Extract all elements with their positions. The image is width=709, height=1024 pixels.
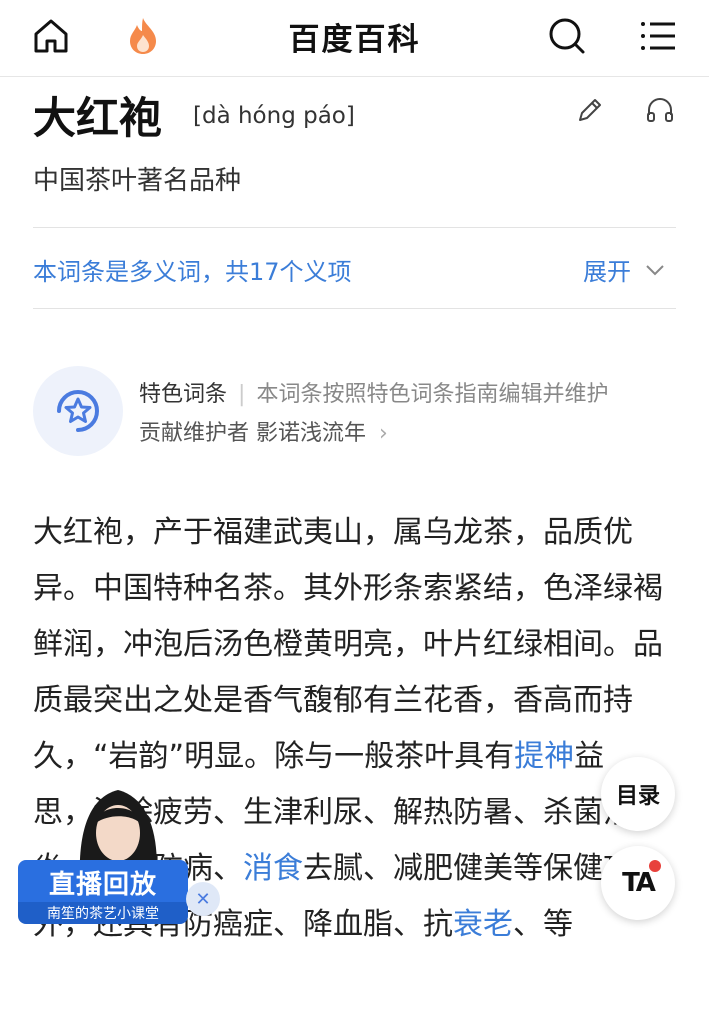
headphones-icon[interactable] (636, 86, 684, 134)
toc-button[interactable]: 目录 (601, 757, 675, 831)
ta-label: TA (622, 868, 656, 898)
chevron-down-icon (646, 264, 664, 275)
brand-title: 百度百科 (288, 22, 421, 58)
expand-label: 展开 (583, 258, 631, 286)
ta-button[interactable]: TA (601, 846, 675, 920)
summary-text: 大红袍，产于福建武夷山，属乌龙茶，品质优异。中国特种名茶。其外形条索紧结，色泽绿… (33, 515, 663, 774)
summary-text: 除与一般茶叶具有 (274, 739, 515, 774)
entry-pinyin: [dà hóng páo] (193, 103, 355, 129)
featured-label: 特色词条 (139, 382, 228, 407)
search-icon[interactable] (543, 12, 591, 60)
featured-note: 本词条按照特色词条指南编辑并维护 (256, 382, 609, 407)
live-subtitle: 南笙的茶艺小课堂 (18, 902, 188, 924)
featured-entry-badge-icon (33, 366, 123, 456)
summary-text: 、等 (513, 907, 573, 942)
edit-pencil-icon[interactable] (566, 86, 614, 134)
link-xiaoshi[interactable]: 消食 (243, 851, 303, 886)
entry-title: 大红袍 (33, 94, 162, 144)
chevron-right-icon: › (379, 421, 388, 446)
link-shuailao[interactable]: 衰老 (453, 907, 513, 942)
notification-dot (649, 860, 661, 872)
divider (33, 308, 676, 309)
contributors-line[interactable]: 贡献维护者 影诺浅流年 › (139, 415, 388, 447)
link-tishen[interactable]: 提神 (514, 739, 574, 774)
menu-icon[interactable] (634, 12, 682, 60)
contributors-label: 贡献维护者 (139, 421, 250, 446)
live-title: 直播回放 (18, 860, 188, 904)
live-replay-widget[interactable]: 直播回放 南笙的茶艺小课堂 ✕ (18, 778, 220, 928)
entry-subtitle: 中国茶叶著名品种 (33, 166, 242, 196)
expand-button[interactable]: 展开 (583, 252, 665, 287)
polysemy-link[interactable]: 本词条是多义词，共17个义项 (33, 252, 352, 287)
toc-label: 目录 (615, 784, 660, 809)
featured-entry-line: 特色词条 | 本词条按照特色词条指南编辑并维护 (139, 376, 608, 408)
contributor-name: 影诺浅流年 (256, 421, 367, 446)
separator: | (238, 382, 246, 407)
divider (33, 227, 676, 228)
close-icon[interactable]: ✕ (186, 882, 220, 916)
